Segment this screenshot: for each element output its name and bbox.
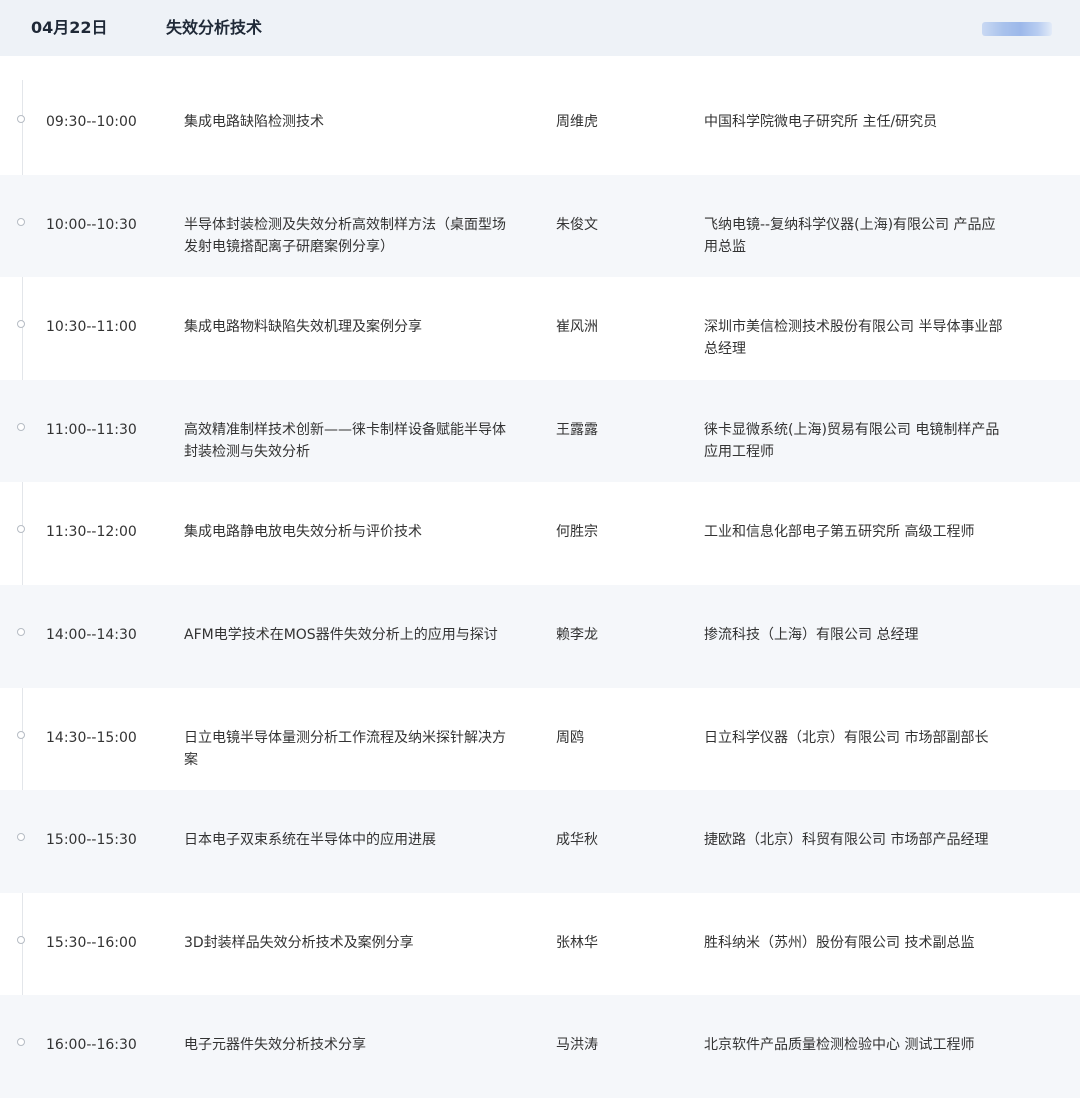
session-speaker: 马洪涛 bbox=[556, 1037, 598, 1054]
session-organization: 深圳市美信检测技术股份有限公司 半导体事业部总经理 bbox=[704, 319, 1003, 358]
session-time: 09:30--10:00 bbox=[46, 114, 137, 130]
schedule-header: 04月22日 失效分析技术 bbox=[0, 0, 1080, 56]
session-topic: 日本电子双束系统在半导体中的应用进展 bbox=[184, 832, 436, 849]
session-topic: 半导体封装检测及失效分析高效制样方法（桌面型场发射电镜搭配离子研磨案例分享） bbox=[184, 216, 506, 255]
session-speaker: 王露露 bbox=[556, 421, 598, 438]
timeline-dot-icon bbox=[17, 525, 25, 534]
session-organization: 北京软件产品质量检测检验中心 测试工程师 bbox=[704, 1037, 975, 1054]
timeline-dot-icon bbox=[17, 935, 25, 944]
session-topic: 电子元器件失效分析技术分享 bbox=[184, 1037, 366, 1054]
session-speaker: 赖李龙 bbox=[556, 626, 598, 643]
session-speaker: 何胜宗 bbox=[556, 524, 598, 541]
session-organization: 捷欧路（北京）科贸有限公司 市场部产品经理 bbox=[704, 832, 989, 849]
timeline-dot-icon bbox=[17, 1038, 25, 1047]
timeline-dot-icon bbox=[17, 115, 25, 123]
session-speaker: 朱俊文 bbox=[556, 216, 598, 233]
session-row: 11:00--11:30 高效精准制样技术创新——徕卡制样设备赋能半导体封装检测… bbox=[0, 379, 1080, 483]
session-speaker: 成华秋 bbox=[556, 832, 598, 849]
session-time: 10:00--10:30 bbox=[46, 216, 137, 233]
schedule-date: 04月22日 bbox=[31, 18, 108, 37]
timeline-dot-icon bbox=[17, 422, 25, 431]
session-time: 10:30--11:00 bbox=[46, 319, 137, 336]
timeline-dot-icon bbox=[17, 833, 25, 842]
session-time: 15:00--15:30 bbox=[46, 832, 137, 849]
session-organization: 胜科纳米（苏州）股份有限公司 技术副总监 bbox=[704, 934, 975, 951]
timeline-dot-icon bbox=[17, 320, 25, 329]
session-row: 10:30--11:00 集成电路物料缺陷失效机理及案例分享 崔风洲 深圳市美信… bbox=[0, 277, 1080, 380]
session-organization: 工业和信息化部电子第五研究所 高级工程师 bbox=[704, 524, 975, 541]
session-speaker: 张林华 bbox=[556, 934, 598, 951]
session-row: 14:00--14:30 AFM电学技术在MOS器件失效分析上的应用与探讨 赖李… bbox=[0, 584, 1080, 688]
session-row: 14:30--15:00 日立电镜半导体量测分析工作流程及纳米探针解决方案 周鸥… bbox=[0, 688, 1080, 791]
session-row: 10:00--10:30 半导体封装检测及失效分析高效制样方法（桌面型场发射电镜… bbox=[0, 174, 1080, 278]
session-list: 09:30--10:00 集成电路缺陷检测技术 周维虎 中国科学院微电子研究所 … bbox=[0, 72, 1080, 1098]
session-time: 14:30--15:00 bbox=[46, 729, 137, 746]
timeline-dot-icon bbox=[17, 730, 25, 739]
session-time: 16:00--16:30 bbox=[46, 1037, 137, 1054]
session-speaker: 崔风洲 bbox=[556, 319, 598, 336]
session-topic: AFM电学技术在MOS器件失效分析上的应用与探讨 bbox=[184, 626, 498, 643]
schedule-track-title: 失效分析技术 bbox=[166, 18, 263, 37]
session-speaker: 周维虎 bbox=[556, 114, 598, 130]
session-time: 11:00--11:30 bbox=[46, 421, 137, 438]
session-row: 15:00--15:30 日本电子双束系统在半导体中的应用进展 成华秋 捷欧路（… bbox=[0, 790, 1080, 893]
session-row: 09:30--10:00 集成电路缺陷检测技术 周维虎 中国科学院微电子研究所 … bbox=[0, 72, 1080, 175]
session-time: 11:30--12:00 bbox=[46, 524, 137, 541]
session-organization: 徕卡显微系统(上海)贸易有限公司 电镜制样产品应用工程师 bbox=[704, 421, 1000, 460]
session-topic: 3D封装样品失效分析技术及案例分享 bbox=[184, 934, 414, 951]
session-organization: 飞纳电镜--复纳科学仪器(上海)有限公司 产品应用总监 bbox=[704, 216, 996, 255]
session-topic: 日立电镜半导体量测分析工作流程及纳米探针解决方案 bbox=[184, 729, 506, 768]
session-topic: 高效精准制样技术创新——徕卡制样设备赋能半导体封装检测与失效分析 bbox=[184, 421, 506, 460]
session-row: 11:30--12:00 集成电路静电放电失效分析与评价技术 何胜宗 工业和信息… bbox=[0, 482, 1080, 585]
corner-logo-badge bbox=[982, 22, 1052, 36]
timeline-dot-icon bbox=[17, 627, 25, 636]
session-time: 15:30--16:00 bbox=[46, 934, 137, 951]
session-time: 14:00--14:30 bbox=[46, 626, 137, 643]
session-topic: 集成电路静电放电失效分析与评价技术 bbox=[184, 524, 422, 541]
session-topic: 集成电路物料缺陷失效机理及案例分享 bbox=[184, 319, 422, 336]
session-organization: 掺流科技（上海）有限公司 总经理 bbox=[704, 626, 919, 643]
session-speaker: 周鸥 bbox=[556, 729, 584, 746]
timeline-dot-icon bbox=[17, 217, 25, 226]
session-organization: 中国科学院微电子研究所 主任/研究员 bbox=[704, 114, 938, 130]
session-topic: 集成电路缺陷检测技术 bbox=[184, 114, 324, 130]
session-organization: 日立科学仪器（北京）有限公司 市场部副部长 bbox=[704, 729, 989, 746]
session-row: 15:30--16:00 3D封装样品失效分析技术及案例分享 张林华 胜科纳米（… bbox=[0, 893, 1080, 996]
